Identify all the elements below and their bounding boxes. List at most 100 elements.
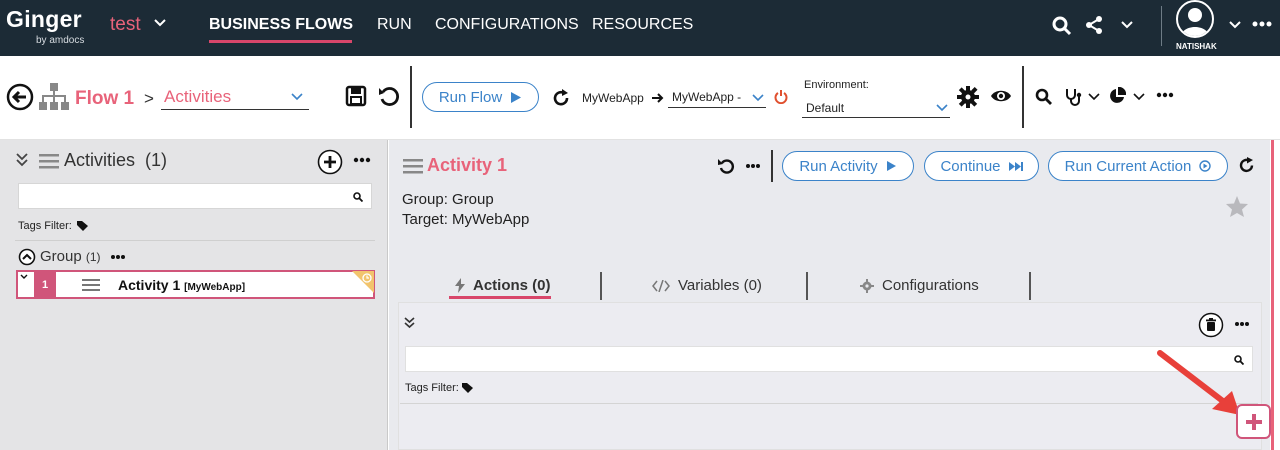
save-icon[interactable] [345, 85, 367, 107]
plus-icon [1245, 413, 1262, 430]
ginger-logo[interactable]: Ginger by amdocs [6, 6, 84, 46]
top-nav-bar: Ginger by amdocs test BUSINESS FLOWS RUN… [0, 0, 1280, 56]
activity-name: Activity 1 [118, 277, 181, 293]
solution-selector[interactable]: test [110, 14, 141, 36]
activity-target: [MyWebApp] [184, 282, 246, 293]
divider [1161, 6, 1162, 46]
divider [15, 240, 375, 241]
group-name: Group [40, 248, 82, 265]
eye-icon[interactable] [990, 88, 1012, 104]
refresh-icon[interactable] [552, 89, 570, 107]
more-icon[interactable] [1252, 20, 1272, 28]
run-current-action-button[interactable]: Run Current Action [1048, 151, 1228, 181]
nav-resources[interactable]: RESOURCES [592, 16, 693, 34]
target-app-value: MyWebApp - [672, 90, 742, 104]
nav-active-indicator [209, 40, 352, 43]
divider [410, 66, 412, 128]
run-current-action-label: Run Current Action [1064, 157, 1192, 175]
star-icon[interactable] [1225, 195, 1249, 218]
list-icon [403, 159, 423, 174]
divider [1022, 66, 1024, 128]
nav-configurations[interactable]: CONFIGURATIONS [435, 16, 579, 34]
share-icon[interactable] [1084, 15, 1104, 35]
undo-icon[interactable] [378, 85, 400, 107]
more-icon[interactable] [1156, 92, 1174, 98]
divider [400, 403, 1258, 404]
tab-active-indicator [449, 296, 551, 299]
user-name: NATISHAK [1176, 42, 1217, 51]
tab-actions[interactable]: Actions (0) [455, 277, 551, 294]
chevron-down-icon[interactable] [20, 274, 28, 280]
nav-run[interactable]: RUN [377, 16, 412, 34]
add-action-button[interactable] [1236, 404, 1271, 439]
chevron-down-icon[interactable] [1228, 18, 1242, 32]
run-flow-button[interactable]: Run Flow [422, 82, 539, 112]
tab-variables-label: Variables (0) [678, 277, 762, 294]
divider [600, 272, 602, 300]
chevron-down-icon [752, 94, 764, 102]
tag-icon[interactable] [77, 221, 88, 231]
collapse-all-icon[interactable] [404, 317, 415, 329]
user-icon [1181, 8, 1209, 36]
power-icon[interactable] [774, 89, 788, 104]
run-activity-button[interactable]: Run Activity [782, 151, 914, 181]
lightning-icon [455, 278, 465, 293]
environment-selector[interactable]: Default [802, 98, 950, 118]
back-arrow-icon[interactable] [6, 83, 34, 111]
chevron-down-icon[interactable] [1133, 92, 1145, 102]
panel-title: Activities (1) [64, 150, 167, 171]
divider [806, 272, 808, 300]
tab-configurations[interactable]: Configurations [860, 277, 979, 294]
chevron-down-icon[interactable] [1120, 18, 1134, 32]
refresh-icon[interactable] [1238, 157, 1255, 174]
more-icon[interactable] [353, 157, 371, 163]
delete-all-button[interactable] [1198, 312, 1224, 338]
undo-icon[interactable] [718, 157, 736, 175]
gear-icon[interactable] [957, 86, 979, 108]
pie-chart-icon[interactable] [1108, 87, 1126, 105]
view-selector[interactable]: Activities [161, 84, 309, 110]
run-activity-label: Run Activity [799, 157, 878, 175]
flow-toolbar: Flow 1 > Activities Run Flow MyWebApp My… [0, 56, 1280, 140]
activity-title: Activity 1 [MyWebApp] [118, 277, 245, 293]
activity-group-info: Group: Group [402, 191, 494, 208]
code-icon [652, 279, 670, 292]
tag-icon[interactable] [462, 383, 473, 393]
panel-title-count: (1) [145, 150, 168, 170]
group-header: Group (1) [40, 248, 101, 265]
divider [1029, 272, 1031, 300]
avatar[interactable] [1176, 0, 1214, 38]
play-icon [511, 91, 522, 103]
search-icon[interactable] [1052, 16, 1072, 36]
collapse-group-icon[interactable] [18, 248, 36, 266]
arrow-right-icon [652, 93, 664, 103]
scrollbar[interactable] [1271, 140, 1274, 450]
add-activity-button[interactable] [317, 149, 343, 175]
flow-name: Flow 1 [75, 88, 135, 109]
collapse-all-icon[interactable] [16, 153, 28, 167]
chevron-down-icon[interactable] [153, 16, 167, 30]
actions-tags-filter-label: Tags Filter: [405, 382, 459, 394]
more-icon[interactable] [1234, 321, 1250, 327]
panel-title-text: Activities [64, 150, 136, 170]
nav-business-flows[interactable]: BUSINESS FLOWS [209, 16, 353, 34]
stethoscope-icon[interactable] [1064, 87, 1084, 107]
play-icon [886, 161, 896, 171]
chevron-down-icon [936, 104, 948, 112]
gear-icon [860, 278, 874, 293]
drag-handle-icon[interactable] [82, 278, 100, 292]
chevron-down-icon[interactable] [1088, 92, 1100, 102]
more-icon[interactable] [110, 254, 126, 260]
clock-icon [362, 273, 372, 283]
logo-subtext: by amdocs [36, 35, 85, 46]
search-icon[interactable] [1035, 88, 1053, 106]
activity-list-item[interactable]: 1 Activity 1 [MyWebApp] [16, 270, 375, 299]
chevron-down-icon [291, 93, 303, 101]
tab-variables[interactable]: Variables (0) [652, 277, 762, 294]
activities-search-input[interactable] [18, 183, 372, 209]
target-app-selector[interactable]: MyWebApp - [668, 88, 766, 108]
continue-button[interactable]: Continue [924, 151, 1039, 181]
actions-search-input[interactable] [405, 346, 1253, 372]
business-flow-icon [39, 83, 69, 110]
more-icon[interactable] [745, 163, 761, 169]
